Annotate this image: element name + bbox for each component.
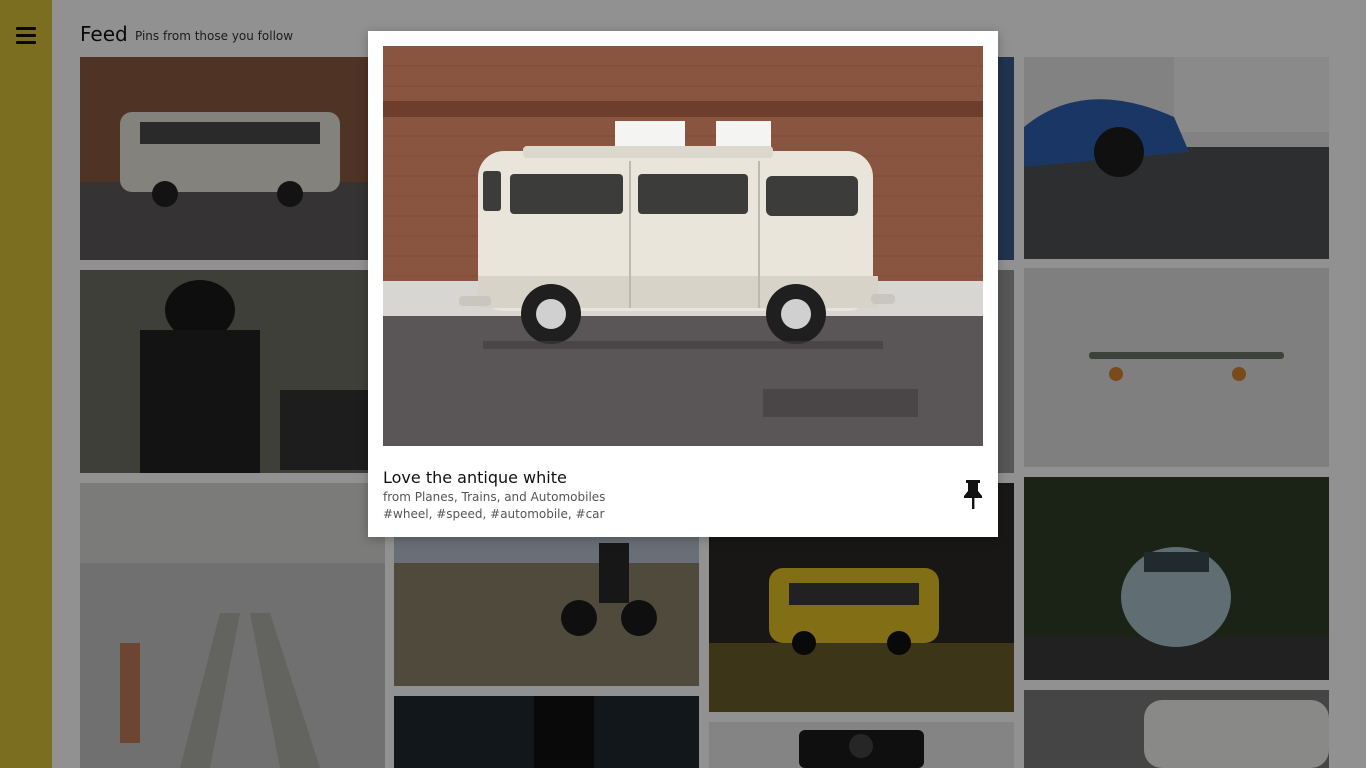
pin-tags[interactable]: #wheel, #speed, #automobile, #car bbox=[383, 507, 604, 521]
pushpin-icon[interactable] bbox=[962, 478, 984, 510]
pin-title: Love the antique white bbox=[383, 468, 567, 487]
pin-photo-white-van bbox=[383, 46, 983, 446]
pin-board-source[interactable]: from Planes, Trains, and Automobiles bbox=[383, 490, 605, 504]
pin-detail-modal: Love the antique white from Planes, Trai… bbox=[368, 31, 998, 537]
